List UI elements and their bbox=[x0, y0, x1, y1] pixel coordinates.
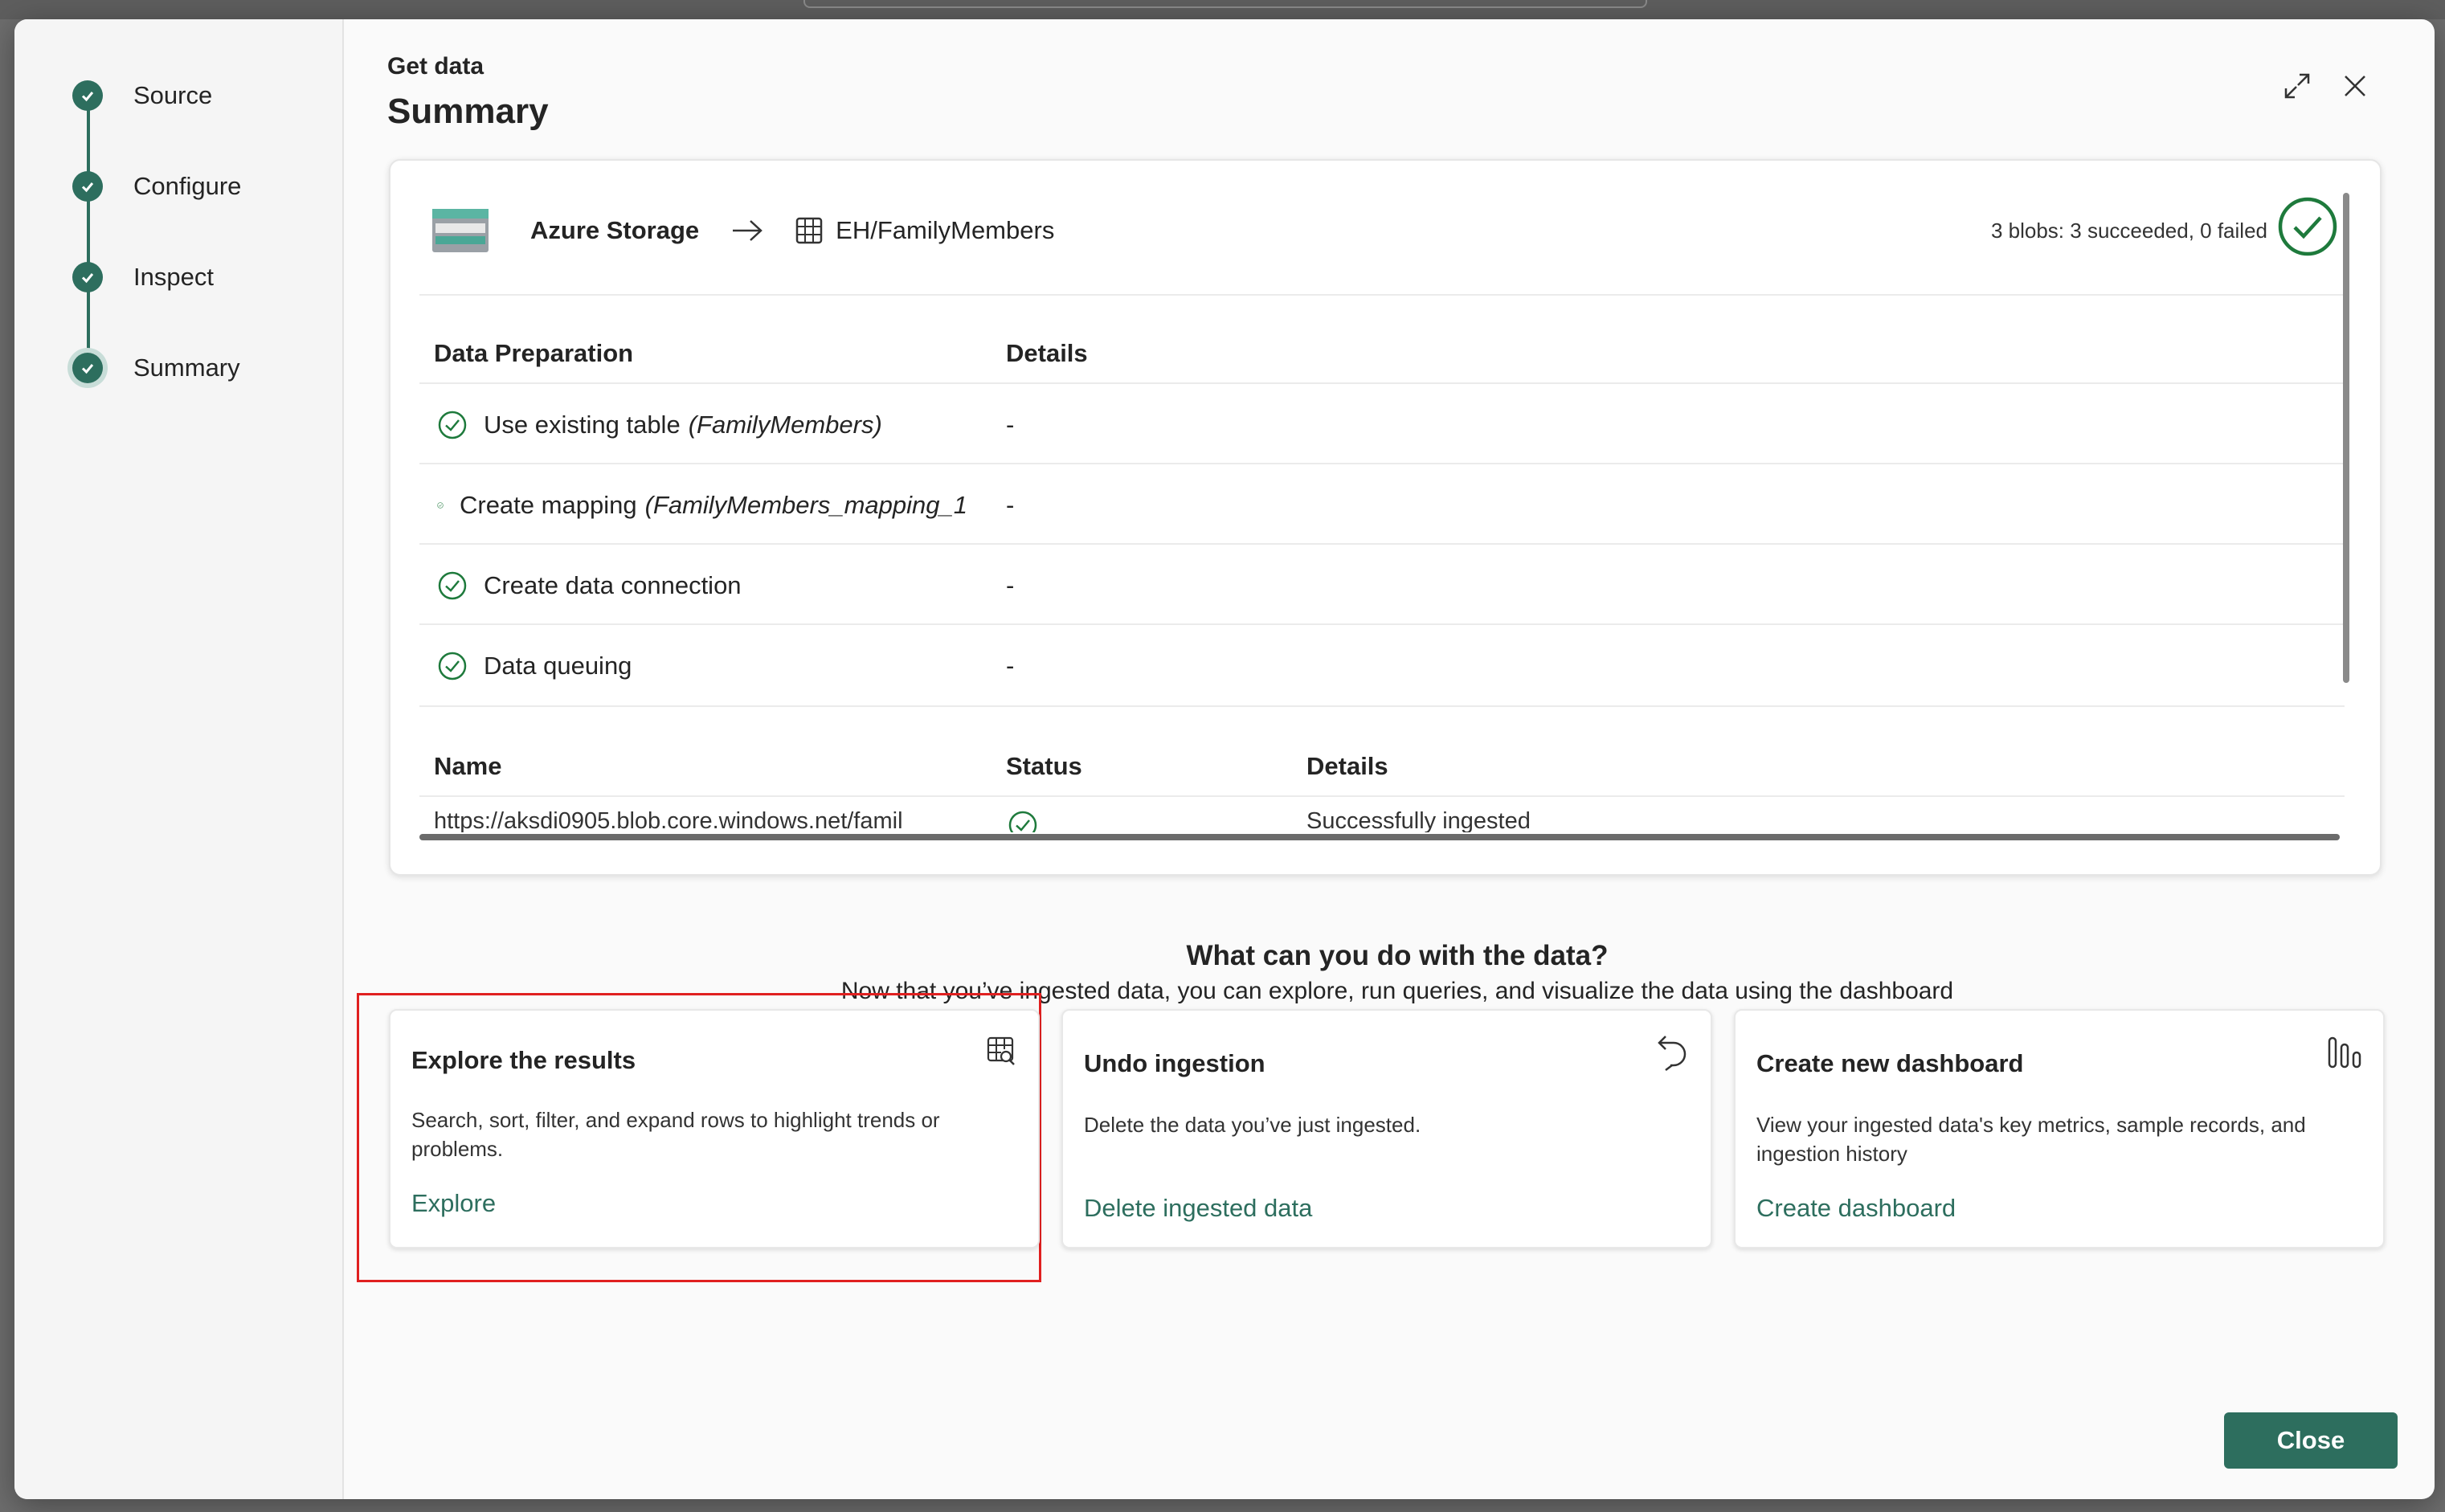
check-icon bbox=[72, 353, 103, 383]
undo-icon bbox=[1658, 1036, 1687, 1071]
divider bbox=[419, 705, 2345, 707]
close-button[interactable]: Close bbox=[2224, 1412, 2398, 1469]
wizard-stepper: Source Configure Inspect Summary bbox=[14, 19, 344, 1499]
card-title: Undo ingestion bbox=[1084, 1049, 1265, 1077]
divider bbox=[419, 795, 2345, 797]
get-data-dialog: Source Configure Inspect Summary Get dat… bbox=[14, 19, 2435, 1499]
prep-details: - bbox=[1006, 571, 1015, 599]
divider bbox=[419, 543, 2345, 545]
prep-step-text: Create data connection bbox=[484, 571, 742, 599]
divider bbox=[419, 463, 2345, 464]
blob-status-summary: 3 blobs: 3 succeeded, 0 failed bbox=[1990, 219, 2267, 243]
col-status: Status bbox=[1006, 752, 1082, 780]
step-label: Summary bbox=[133, 353, 240, 382]
what-next-title: What can you do with the data? bbox=[1186, 940, 1609, 971]
background-search-box bbox=[803, 0, 1647, 8]
prep-row: Data queuing bbox=[437, 646, 967, 686]
ingestion-summary-card: Azure Storage EH/FamilyMembers 3 blobs: … bbox=[389, 159, 2382, 876]
destination-table: EH/FamilyMembers bbox=[836, 216, 1055, 244]
prep-details: - bbox=[1006, 411, 1015, 439]
check-icon bbox=[72, 80, 103, 111]
close-icon bbox=[2345, 76, 2365, 96]
stepper-line bbox=[87, 95, 90, 368]
card-description: Search, sort, filter, and expand rows to… bbox=[411, 1108, 940, 1161]
check-circle-icon bbox=[1008, 811, 1037, 832]
check-circle-icon bbox=[438, 652, 467, 680]
prep-row: Create mapping (FamilyMembers_mapping_1 bbox=[437, 485, 967, 525]
blob-name: https://aksdi0905.blob.core.windows.net/… bbox=[434, 808, 903, 832]
blob-status bbox=[1008, 810, 1038, 832]
close-dialog-button[interactable] bbox=[2335, 66, 2375, 106]
card-description: View your ingested data's key metrics, s… bbox=[1756, 1113, 2306, 1166]
horizontal-scrollbar[interactable] bbox=[419, 834, 2340, 840]
vertical-scrollbar[interactable] bbox=[2343, 193, 2349, 683]
expand-icon bbox=[2284, 73, 2310, 99]
prep-step-target: (FamilyMembers_mapping_1 bbox=[644, 491, 967, 519]
step-configure[interactable]: Configure bbox=[72, 171, 241, 202]
arrow-right-icon bbox=[733, 220, 763, 241]
expand-button[interactable] bbox=[2277, 66, 2317, 106]
prep-step-text: Use existing table bbox=[484, 411, 681, 439]
prep-details: - bbox=[1006, 491, 1015, 519]
explore-link[interactable]: Explore bbox=[411, 1189, 496, 1218]
prep-step-text: Create mapping bbox=[459, 491, 637, 519]
step-label: Inspect bbox=[133, 263, 214, 291]
prep-row: Create data connection bbox=[437, 566, 967, 606]
card-title: Create new dashboard bbox=[1756, 1049, 2024, 1077]
col-data-preparation: Data Preparation bbox=[434, 339, 634, 367]
dialog-eyebrow: Get data bbox=[387, 53, 485, 80]
source-destination-row: Azure Storage EH/FamilyMembers bbox=[432, 209, 1054, 252]
azure-storage-icon bbox=[432, 209, 489, 252]
create-dashboard-link[interactable]: Create dashboard bbox=[1756, 1194, 1956, 1223]
table-icon bbox=[795, 217, 823, 244]
page-title: Summary bbox=[387, 92, 549, 131]
col-name: Name bbox=[434, 752, 502, 780]
create-dashboard-card[interactable]: Create new dashboard View your ingested … bbox=[1734, 1009, 2385, 1248]
prep-row: Use existing table (FamilyMembers) bbox=[437, 405, 967, 445]
divider bbox=[419, 382, 2345, 384]
divider bbox=[419, 623, 2345, 625]
col-blob-details: Details bbox=[1306, 752, 1388, 780]
step-source[interactable]: Source bbox=[72, 80, 212, 111]
step-summary[interactable]: Summary bbox=[72, 353, 240, 383]
bar-chart-icon bbox=[2328, 1036, 2361, 1069]
blob-details: Successfully ingested bbox=[1306, 808, 1531, 832]
delete-ingested-data-link[interactable]: Delete ingested data bbox=[1084, 1194, 1312, 1223]
col-details: Details bbox=[1006, 339, 1088, 367]
check-circle-icon bbox=[437, 502, 444, 509]
divider bbox=[419, 294, 2345, 296]
card-title: Explore the results bbox=[411, 1046, 636, 1074]
prep-step-text: Data queuing bbox=[484, 652, 632, 680]
check-icon bbox=[72, 262, 103, 292]
prep-step-target: (FamilyMembers) bbox=[688, 411, 882, 439]
card-description: Delete the data you’ve just ingested. bbox=[1084, 1113, 1421, 1137]
step-label: Configure bbox=[133, 172, 242, 200]
table-search-icon bbox=[987, 1036, 1015, 1065]
source-name: Azure Storage bbox=[530, 216, 700, 244]
summary-panel: Get data Summary Azure Storage EH/Family… bbox=[344, 19, 2435, 1499]
check-icon bbox=[72, 171, 103, 202]
step-label: Source bbox=[133, 81, 213, 109]
check-circle-icon bbox=[438, 411, 467, 439]
undo-ingestion-card[interactable]: Undo ingestion Delete the data you’ve ju… bbox=[1061, 1009, 1712, 1248]
step-inspect[interactable]: Inspect bbox=[72, 262, 214, 292]
explore-results-card[interactable]: Explore the results Search, sort, filter… bbox=[389, 1009, 1040, 1248]
success-check-icon bbox=[2278, 197, 2337, 256]
check-circle-icon bbox=[438, 571, 467, 600]
prep-details: - bbox=[1006, 652, 1015, 680]
